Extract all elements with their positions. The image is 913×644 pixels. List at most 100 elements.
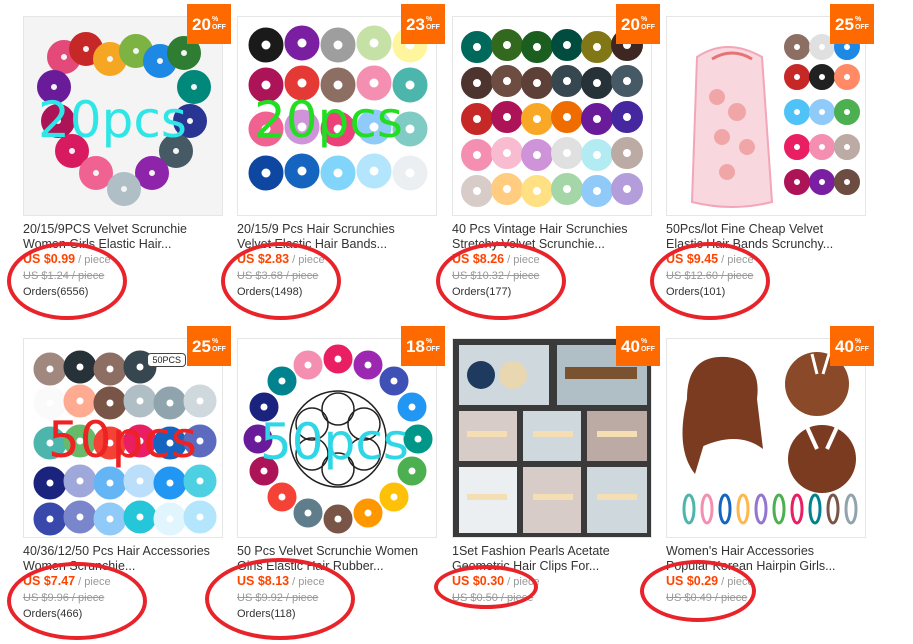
- product-image[interactable]: [666, 16, 866, 216]
- product-image[interactable]: 50pcs 50PCS: [23, 338, 223, 538]
- product-title-line1[interactable]: 50 Pcs Velvet Scrunchie Women: [237, 544, 437, 559]
- product-title-line2[interactable]: Women Girls Elastic Hair...: [23, 237, 223, 252]
- product-title[interactable]: 40/36/12/50 Pcs Hair Accessories Women S…: [23, 544, 223, 574]
- product-title-line1[interactable]: 20/15/9PCS Velvet Scrunchie: [23, 222, 223, 237]
- discount-badge: 40 % OFF: [830, 326, 874, 366]
- order-count: Orders(118): [237, 608, 296, 620]
- discount-value: 23: [406, 14, 425, 34]
- product-image[interactable]: 20pcs: [23, 16, 223, 216]
- product-card[interactable]: 40 % OFF Women's Hair Accessories Popular…: [666, 326, 874, 644]
- discount-off: OFF: [640, 346, 655, 353]
- discount-value: 40: [621, 336, 640, 356]
- product-title-line2[interactable]: Stretchy Velvet Scrunchie...: [452, 237, 652, 252]
- discount-value: 25: [835, 14, 854, 34]
- discount-percent: %: [854, 338, 862, 345]
- discount-value: 20: [192, 14, 211, 34]
- price-value: US $9.45: [666, 252, 719, 266]
- product-card[interactable]: 20 % OFF 40 Pcs Vintage Hair Scrunchies S…: [452, 4, 660, 326]
- original-price: US $0.49 / piece: [666, 592, 748, 604]
- order-count: Orders(101): [666, 286, 726, 298]
- discount-badge: 25 % OFF: [187, 326, 231, 366]
- product-title-line1[interactable]: 20/15/9 Pcs Hair Scrunchies: [237, 222, 437, 237]
- discount-percent: %: [854, 16, 862, 23]
- product-title-line2[interactable]: Elastic Hair Bands Scrunchy...: [666, 237, 866, 252]
- price-unit: / piece: [504, 576, 540, 588]
- discount-off: OFF: [425, 24, 440, 31]
- discount-badge: 23 % OFF: [401, 4, 445, 44]
- product-price: US $9.45 / piece: [666, 252, 754, 266]
- product-title[interactable]: Women's Hair Accessories Popular Korean …: [666, 544, 866, 574]
- order-count: Orders(1498): [237, 286, 303, 298]
- product-title[interactable]: 40 Pcs Vintage Hair Scrunchies Stretchy …: [452, 222, 652, 252]
- product-image[interactable]: 50pcs: [237, 338, 437, 538]
- discount-value: 18: [406, 336, 425, 356]
- product-price: US $0.99 / piece: [23, 252, 111, 266]
- discount-badge: 20 % OFF: [616, 4, 660, 44]
- product-title-line2[interactable]: Girls Elastic Hair Rubber...: [237, 559, 437, 574]
- product-title[interactable]: 1Set Fashion Pearls Acetate Geometric Ha…: [452, 544, 652, 574]
- product-image[interactable]: [452, 338, 652, 538]
- original-price: US $9.92 / piece: [237, 592, 319, 604]
- price-unit: / piece: [75, 576, 111, 588]
- original-price: US $10.32 / piece: [452, 270, 540, 282]
- discount-off: OFF: [425, 346, 440, 353]
- product-title-line1[interactable]: 40/36/12/50 Pcs Hair Accessories: [23, 544, 223, 559]
- discount-percent: %: [640, 338, 648, 345]
- discount-value: 20: [621, 14, 640, 34]
- product-image[interactable]: [666, 338, 866, 538]
- original-price: US $9.96 / piece: [23, 592, 105, 604]
- product-price: US $8.26 / piece: [452, 252, 540, 266]
- price-value: US $0.29: [666, 574, 719, 588]
- product-title[interactable]: 50Pcs/lot Fine Cheap Velvet Elastic Hair…: [666, 222, 866, 252]
- product-price: US $8.13 / piece: [237, 574, 325, 588]
- product-price: US $0.29 / piece: [666, 574, 754, 588]
- price-value: US $0.30: [452, 574, 505, 588]
- product-grid: 20pcs 20 % OFF 20/15/9PCS Velvet Scrunchi…: [0, 0, 913, 644]
- original-price: US $3.68 / piece: [237, 270, 319, 282]
- price-value: US $0.99: [23, 252, 76, 266]
- product-title[interactable]: 50 Pcs Velvet Scrunchie Women Girls Elas…: [237, 544, 437, 574]
- discount-off: OFF: [854, 346, 869, 353]
- discount-off: OFF: [211, 346, 226, 353]
- discount-off: OFF: [211, 24, 226, 31]
- product-price: US $2.83 / piece: [237, 252, 325, 266]
- price-unit: / piece: [504, 254, 540, 266]
- price-unit: / piece: [718, 576, 754, 588]
- product-image[interactable]: 20pcs: [237, 16, 437, 216]
- discount-value: 25: [192, 336, 211, 356]
- order-count: Orders(6556): [23, 286, 89, 298]
- price-unit: / piece: [75, 254, 111, 266]
- product-image[interactable]: [452, 16, 652, 216]
- product-price: US $7.47 / piece: [23, 574, 111, 588]
- discount-percent: %: [425, 338, 433, 345]
- discount-off: OFF: [854, 24, 869, 31]
- discount-off: OFF: [640, 24, 655, 31]
- product-title[interactable]: 20/15/9 Pcs Hair Scrunchies Velvet Elast…: [237, 222, 437, 252]
- price-unit: / piece: [289, 576, 325, 588]
- product-title-line1[interactable]: 50Pcs/lot Fine Cheap Velvet: [666, 222, 866, 237]
- order-count: Orders(177): [452, 286, 512, 298]
- product-price: US $0.30 / piece: [452, 574, 540, 588]
- product-title[interactable]: 20/15/9PCS Velvet Scrunchie Women Girls …: [23, 222, 223, 252]
- discount-percent: %: [211, 338, 219, 345]
- original-price: US $0.50 / piece: [452, 592, 534, 604]
- price-unit: / piece: [289, 254, 325, 266]
- product-title-line2[interactable]: Popular Korean Hairpin Girls...: [666, 559, 866, 574]
- product-card[interactable]: 40 % OFF 1Set Fashion Pearls Acetate Geom…: [452, 326, 660, 644]
- product-title-line1[interactable]: Women's Hair Accessories: [666, 544, 866, 559]
- product-card[interactable]: 50pcs 50PCS 25 % OFF 40/36/12/50 Pcs Hair…: [23, 326, 231, 644]
- product-title-line1[interactable]: 1Set Fashion Pearls Acetate: [452, 544, 652, 559]
- product-card[interactable]: 20pcs 23 % OFF 20/15/9 Pcs Hair Scrunchie…: [237, 4, 445, 326]
- product-card[interactable]: 20pcs 20 % OFF 20/15/9PCS Velvet Scrunchi…: [23, 4, 231, 326]
- original-price: US $12.60 / piece: [666, 270, 754, 282]
- discount-badge: 25 % OFF: [830, 4, 874, 44]
- product-card[interactable]: 25 % OFF 50Pcs/lot Fine Cheap Velvet Elas…: [666, 4, 874, 326]
- product-title-line2[interactable]: Geometric Hair Clips For...: [452, 559, 652, 574]
- product-title-line2[interactable]: Velvet Elastic Hair Bands...: [237, 237, 437, 252]
- discount-percent: %: [211, 16, 219, 23]
- price-value: US $8.13: [237, 574, 290, 588]
- product-card[interactable]: 50pcs 18 % OFF 50 Pcs Velvet Scrunchie Wo…: [237, 326, 445, 644]
- product-title-line2[interactable]: Women Scrunchie...: [23, 559, 223, 574]
- product-title-line1[interactable]: 40 Pcs Vintage Hair Scrunchies: [452, 222, 652, 237]
- order-count: Orders(466): [23, 608, 83, 620]
